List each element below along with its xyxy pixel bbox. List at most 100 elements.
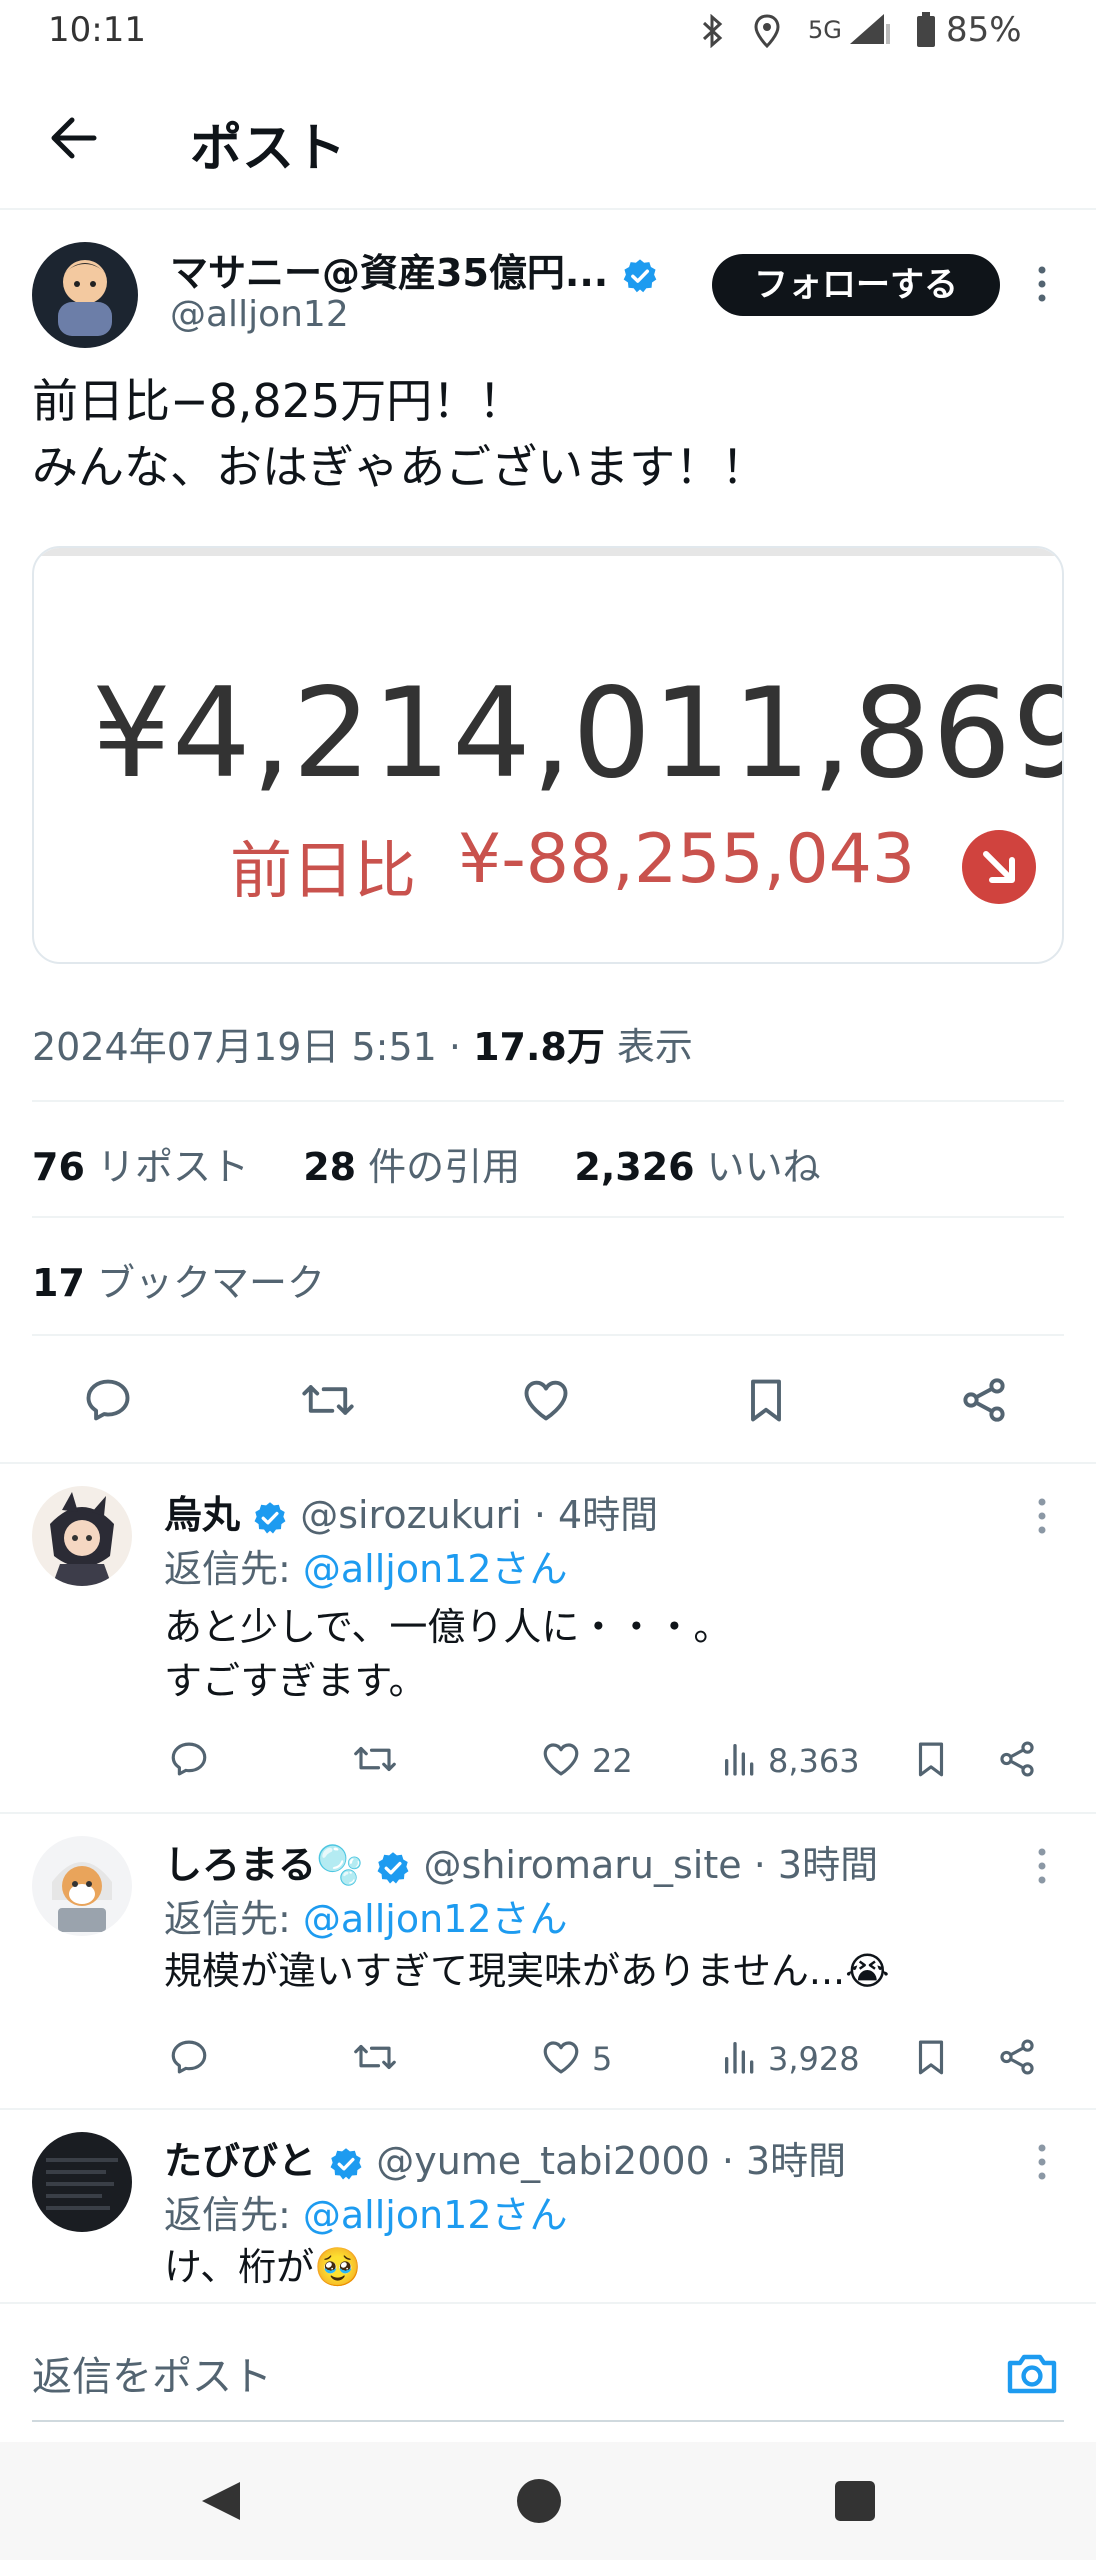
reply-item[interactable]: しろまる🫧 @shiromaru_site · 3時間 返信先: @alljon… [0,1814,1096,2108]
reply-to-label: 返信先: [164,1547,303,1591]
follow-button[interactable]: フォローする [712,254,1000,316]
like-icon[interactable] [540,2036,582,2078]
reply-composer: 返信をポスト [0,2302,1096,2442]
post-author-name[interactable]: マサニー@資産35億円... [170,242,659,297]
reply-text: け、桁が🥹 [164,2240,361,2294]
reply-header: 烏丸 @sirozukuri · 4時間 [164,1484,658,1539]
reply-like-count: 5 [592,2040,613,2078]
page-title: ポスト [190,119,347,179]
share-icon[interactable] [958,1374,1010,1426]
reply-views-count: 3,928 [768,2040,860,2078]
bookmarks-stat[interactable]: 17 ブックマーク [32,1252,325,1307]
back-arrow-icon[interactable] [46,110,102,166]
camera-icon[interactable] [1004,2348,1060,2398]
composer-underline [32,2420,1064,2422]
location-icon [754,14,780,48]
reply-author-name[interactable]: 烏丸 [164,1493,240,1537]
reposts-stat[interactable]: 76 リポスト [32,1145,249,1189]
bookmark-icon[interactable] [910,1738,952,1780]
signal-icon [848,12,892,46]
reply-input[interactable]: 返信をポスト [32,2344,272,2402]
reply-avatar[interactable] [32,1486,132,1586]
reply-to: 返信先: @alljon12さん [164,1538,568,1593]
views-icon[interactable] [720,1738,760,1780]
down-trend-icon [962,830,1036,904]
bookmarks-count: 17 [32,1261,85,1305]
reply-item[interactable]: 烏丸 @sirozukuri · 4時間 返信先: @alljon12さん あと… [0,1464,1096,1812]
like-icon[interactable] [540,1738,582,1780]
share-icon[interactable] [996,1738,1038,1780]
nav-recents-icon[interactable] [834,2480,876,2522]
post-action-bar [0,1360,1096,1440]
reply-text: あと少しで、一億り人に・・・。 すごすぎます。 [164,1600,731,1708]
verified-badge-icon [254,1501,286,1533]
card-diff-value: ¥-88,255,043 [458,820,916,899]
network-label: 5G [808,16,842,44]
bookmark-icon[interactable] [740,1374,792,1426]
reply-like-count: 22 [592,1742,633,1780]
reply-to-label: 返信先: [164,1897,303,1941]
reply-to-label: 返信先: [164,2193,303,2237]
reply-to-link[interactable]: @alljon12さん [303,2193,568,2237]
post-meta: 2024年07月19日 5:51 · 17.8万 表示 [32,1016,693,1071]
reply-to-link[interactable]: @alljon12さん [303,1547,568,1591]
more-icon[interactable] [1030,2140,1054,2184]
nav-home-icon[interactable] [516,2478,562,2524]
battery-icon [916,12,936,48]
post-text-line: 前日比−8,825万円！！ [32,374,525,428]
reply-to-link[interactable]: @alljon12さん [303,1897,568,1941]
quotes-count: 28 [303,1145,357,1189]
post-views-count[interactable]: 17.8万 [473,1025,605,1069]
repost-icon[interactable] [352,1738,398,1780]
post-author-handle[interactable]: @alljon12 [170,294,349,335]
reply-item[interactable]: たびびと @yume_tabi2000 · 3時間 返信先: @alljon12… [0,2110,1096,2302]
bluetooth-icon [700,14,724,48]
post-media-card[interactable]: ¥4,214,011,869 前日比 ¥-88,255,043 [32,546,1064,964]
views-icon[interactable] [720,2036,760,2078]
reply-author-name[interactable]: しろまる🫧 [164,1843,363,1887]
reply-text-line: あと少しで、一億り人に・・・。 [164,1605,732,1649]
verified-badge-icon [377,1851,409,1883]
quotes-label: 件の引用 [368,1145,521,1189]
app-header: ポスト [0,62,1096,208]
reply-text-line: 規模が違いすぎて現実味がありません...😭 [164,1949,890,1993]
reply-to: 返信先: @alljon12さん [164,1888,568,1943]
reply-icon[interactable] [168,1738,210,1780]
reply-text-line: け、桁が🥹 [164,2245,362,2289]
reply-icon[interactable] [82,1374,134,1426]
reply-avatar[interactable] [32,2132,132,2232]
reply-text: 規模が違いすぎて現実味がありません...😭 [164,1944,890,1998]
like-icon[interactable] [520,1374,572,1426]
more-icon[interactable] [1030,1844,1054,1888]
likes-count: 2,326 [574,1145,695,1189]
reply-author-handle[interactable]: @yume_tabi2000 [376,2139,710,2183]
reply-to: 返信先: @alljon12さん [164,2184,568,2239]
post-text-line: みんな、おはぎゃあございます！！ [32,440,768,494]
reply-icon[interactable] [168,2036,210,2078]
reply-author-handle[interactable]: @sirozukuri [300,1493,522,1537]
bookmarks-label: ブックマーク [96,1261,325,1305]
reply-views-count: 8,363 [768,1742,860,1780]
more-icon[interactable] [1030,1494,1054,1538]
card-top-bar [34,548,1062,556]
reply-header: しろまる🫧 @shiromaru_site · 3時間 [164,1834,878,1889]
nav-back-icon[interactable] [198,2478,244,2524]
reply-avatar[interactable] [32,1836,132,1936]
verified-badge-icon [624,258,657,292]
more-icon[interactable] [1030,262,1054,306]
quotes-stat[interactable]: 28 件の引用 [303,1145,520,1189]
post-author-name-text[interactable]: マサニー@資産35億円... [170,251,608,295]
reply-author-name[interactable]: たびびと [164,2139,316,2183]
post-views-label: 表示 [604,1025,693,1069]
bookmark-icon[interactable] [910,2036,952,2078]
reply-author-handle[interactable]: @shiromaru_site [424,1843,742,1887]
share-icon[interactable] [996,2036,1038,2078]
repost-icon[interactable] [300,1374,356,1426]
post-author-avatar[interactable] [32,242,138,348]
likes-stat[interactable]: 2,326 いいね [574,1145,820,1189]
reply-time: · 3時間 [753,1843,879,1887]
reposts-label: リポスト [96,1145,249,1189]
card-diff-label: 前日比 [230,834,417,907]
repost-icon[interactable] [352,2036,398,2078]
system-nav-bar [0,2442,1096,2560]
